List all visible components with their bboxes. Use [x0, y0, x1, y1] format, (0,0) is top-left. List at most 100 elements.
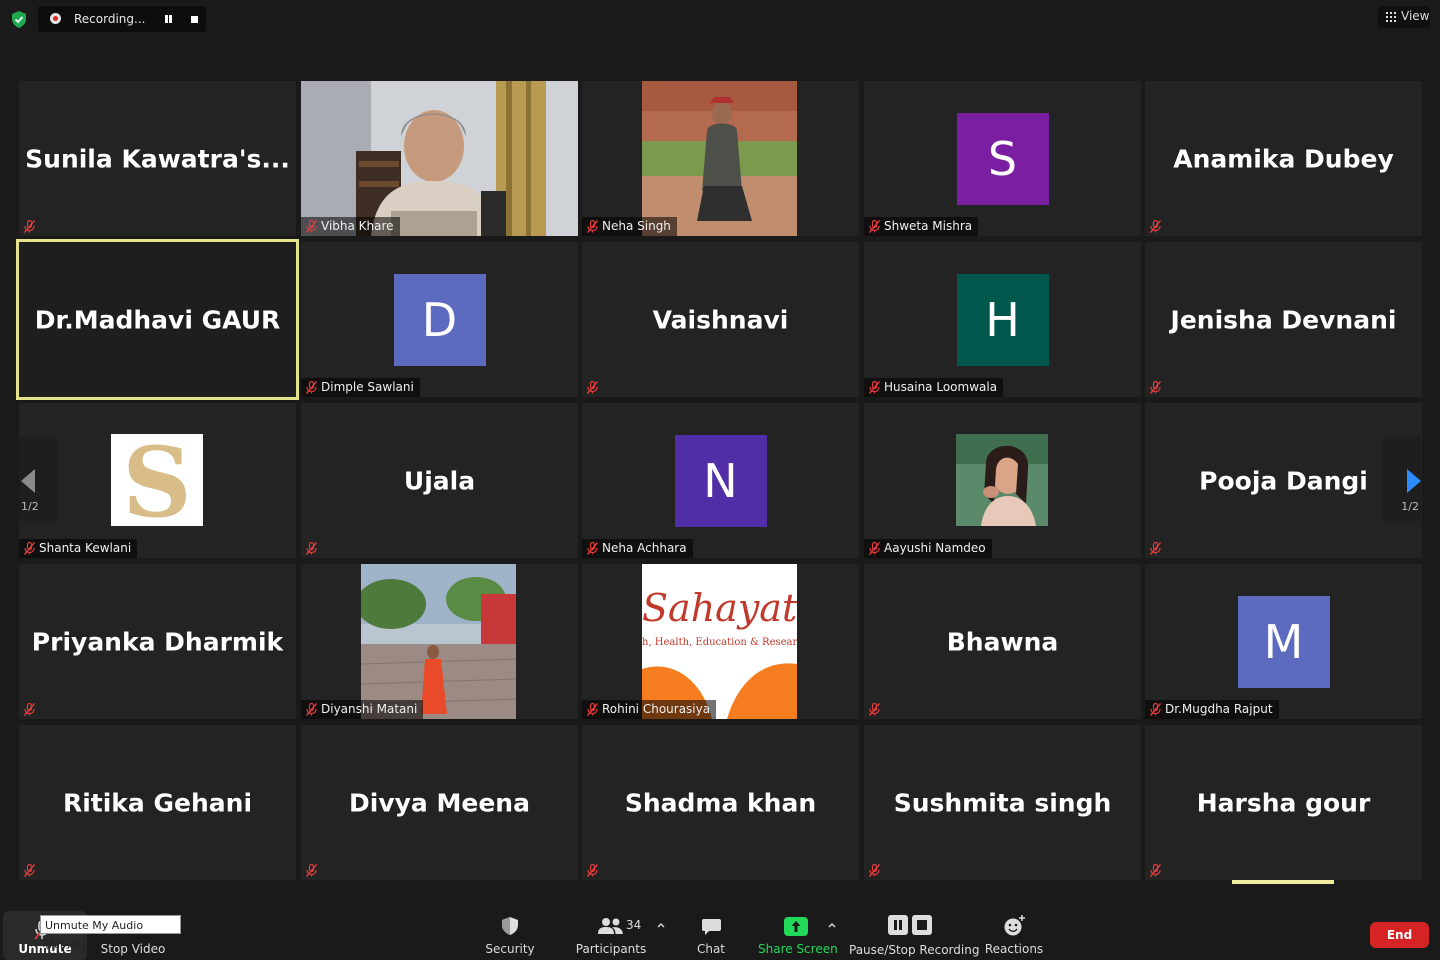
participant-name-label: Rohini Chourasiya	[582, 700, 717, 719]
participant-tile[interactable]: H Husaina Loomwala	[864, 242, 1141, 397]
mic-muted-icon	[306, 542, 317, 555]
participant-tile[interactable]: Jenisha Devnani	[1145, 242, 1422, 397]
participant-tile[interactable]: S Shanta Kewlani	[19, 403, 296, 558]
profile-photo-sahayata-logo: Sahayata h, Health, Education & Research…	[642, 564, 797, 719]
mic-muted-icon	[1150, 542, 1161, 555]
mic-muted-icon	[306, 864, 317, 877]
participant-name: Jenisha Devnani	[1170, 305, 1397, 334]
chevron-left-icon	[21, 469, 35, 493]
share-screen-icon	[784, 917, 808, 936]
participant-tile[interactable]: Anamika Dubey	[1145, 81, 1422, 236]
chat-button[interactable]: Chat	[690, 900, 732, 960]
participants-icon	[598, 918, 623, 934]
participant-tile[interactable]: M Dr.Mugdha Rajput	[1145, 564, 1422, 719]
participant-name: Anamika Dubey	[1173, 144, 1394, 173]
participant-name: Neha Achhara	[602, 541, 687, 555]
participant-tile[interactable]: Aayushi Namdeo	[864, 403, 1141, 558]
profile-photo-diyanshi	[361, 564, 516, 719]
share-options-chevron-up-icon[interactable]	[828, 922, 836, 928]
avatar: D	[393, 273, 486, 366]
mic-muted-icon	[24, 542, 35, 555]
participant-name: Vaishnavi	[652, 305, 789, 334]
reactions-label: Reactions	[984, 942, 1044, 956]
participant-tile[interactable]: Ritika Gehani	[19, 725, 296, 880]
participant-name: Shweta Mishra	[884, 219, 973, 233]
participant-tile[interactable]: Diyanshi Matani	[301, 564, 578, 719]
avatar: S	[956, 112, 1049, 205]
participant-tile[interactable]: N Neha Achhara	[582, 403, 859, 558]
participant-tile[interactable]: D Dimple Sawlani	[301, 242, 578, 397]
participant-name: Dr.Mugdha Rajput	[1165, 702, 1273, 716]
participant-name-label: Neha Achhara	[582, 539, 693, 558]
participant-name-label: Aayushi Namdeo	[864, 539, 992, 558]
participant-tile[interactable]: S Shweta Mishra	[864, 81, 1141, 236]
mic-muted-icon	[869, 864, 880, 877]
stop-recording-button[interactable]	[183, 6, 205, 32]
profile-photo-shanta: S	[111, 426, 203, 539]
grid-view-icon	[1386, 12, 1396, 22]
share-screen-label: Share Screen	[758, 942, 838, 956]
participant-tile[interactable]: Neha Singh	[582, 81, 859, 236]
view-label: View	[1401, 9, 1430, 23]
recording-indicator: Recording...	[38, 6, 206, 32]
pause-stop-label: Pause/Stop Recording	[849, 943, 980, 957]
participant-tile[interactable]: Ujala	[301, 403, 578, 558]
participant-tile[interactable]: Pooja Dangi	[1145, 403, 1422, 558]
next-page-button[interactable]: 1/2	[1383, 437, 1421, 521]
participant-tile[interactable]: Sunila Kawatra's...	[19, 81, 296, 236]
participants-button[interactable]: 34 Participants	[575, 900, 647, 960]
mic-muted-icon	[587, 381, 598, 394]
security-button[interactable]: Security	[480, 900, 540, 960]
security-shield-icon[interactable]	[11, 11, 27, 28]
participant-tile[interactable]: Sushmita singh	[864, 725, 1141, 880]
avatar: H	[956, 273, 1049, 366]
logo-title: Sahayata	[642, 586, 797, 630]
mic-muted-icon	[587, 864, 598, 877]
profile-photo-aayushi	[956, 434, 1048, 526]
stop-video-button[interactable]: Stop Video	[97, 900, 169, 960]
participant-tile-active-speaker[interactable]: Dr.Madhavi GAUR	[16, 239, 299, 400]
participant-tile[interactable]: Divya Meena	[301, 725, 578, 880]
recording-dot-icon	[50, 13, 61, 24]
recording-label: Recording...	[74, 12, 146, 26]
reactions-button[interactable]: Reactions	[984, 900, 1044, 960]
mic-muted-icon	[306, 703, 317, 716]
mic-muted-icon	[1150, 864, 1161, 877]
participant-name: Ritika Gehani	[62, 788, 253, 817]
share-screen-button[interactable]: Share Screen	[758, 900, 838, 960]
mic-muted-icon	[24, 703, 35, 716]
participant-tile[interactable]: Bhawna	[864, 564, 1141, 719]
participants-options-chevron-up-icon[interactable]	[657, 922, 665, 928]
previous-page-button[interactable]: 1/2	[19, 437, 57, 521]
participant-name-label: Dr.Mugdha Rajput	[1145, 700, 1279, 719]
participant-tile[interactable]: Vaishnavi	[582, 242, 859, 397]
gallery-grid: Sunila Kawatra's... Vibha Khare Neha Sin…	[16, 81, 1422, 880]
view-button[interactable]: View	[1378, 6, 1430, 28]
participant-name: Vibha Khare	[321, 219, 394, 233]
participant-tile[interactable]: Sahayata h, Health, Education & Research…	[582, 564, 859, 719]
participant-name-label: Vibha Khare	[301, 217, 400, 236]
participant-tile[interactable]: Vibha Khare	[301, 81, 578, 236]
participant-name-label: Shweta Mishra	[864, 217, 979, 236]
participant-name: Sushmita singh	[893, 788, 1112, 817]
mic-muted-icon	[587, 703, 598, 716]
participant-name-label: Dimple Sawlani	[301, 378, 420, 397]
pause-stop-recording-button[interactable]: Pause/Stop Recording	[849, 900, 980, 960]
participant-name: Husaina Loomwala	[884, 380, 998, 394]
end-meeting-button[interactable]: End	[1370, 922, 1429, 948]
participant-name: Divya Meena	[349, 788, 530, 817]
participant-name: Rohini Chourasiya	[602, 702, 711, 716]
pause-recording-button[interactable]	[157, 6, 179, 32]
participant-tile[interactable]: Priyanka Dharmik	[19, 564, 296, 719]
participants-count: 34	[626, 918, 642, 932]
participant-tile[interactable]: Shadma khan	[582, 725, 859, 880]
pause-stop-icon	[888, 915, 932, 935]
participant-tile[interactable]: Harsha gour	[1145, 725, 1422, 880]
participant-name: Diyanshi Matani	[321, 702, 418, 716]
mic-muted-icon	[587, 220, 598, 233]
stop-icon	[191, 16, 198, 23]
participant-name-label: Neha Singh	[582, 217, 677, 236]
mic-muted-icon	[869, 542, 880, 555]
avatar: N	[674, 434, 767, 527]
profile-letter-logo: S	[122, 426, 192, 539]
